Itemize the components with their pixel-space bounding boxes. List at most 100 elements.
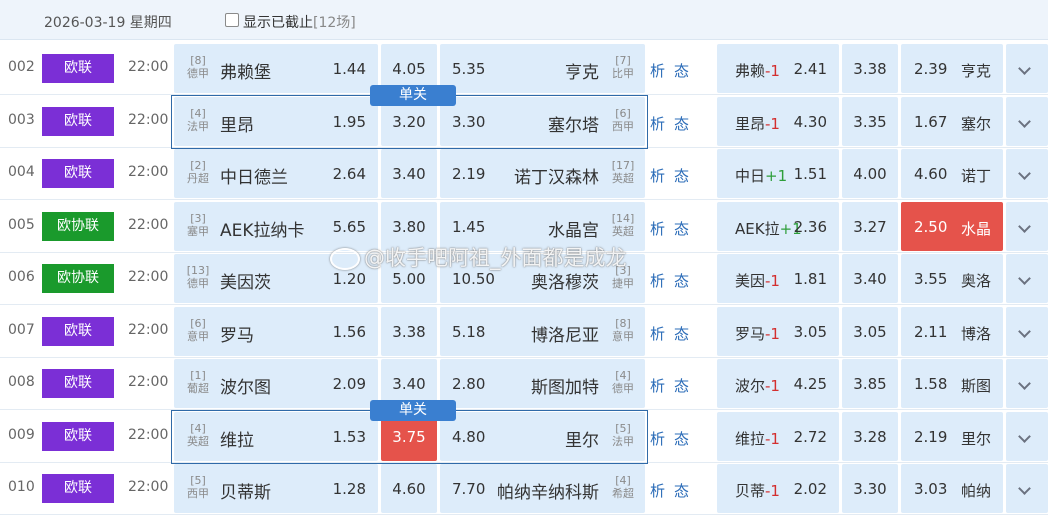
handicap-away-cell[interactable]: 2.50 水晶 [901,202,1003,251]
handicap-draw-cell[interactable]: 3.40 [842,254,898,303]
league-badge[interactable]: 欧联 [42,422,114,451]
home-win-odds-cell[interactable]: [4] 英超 维拉 1.53 [174,412,378,461]
match-number: 007 [8,322,35,338]
away-win-odds-cell[interactable]: 7.70 帕纳辛纳科斯 [4] 希超 [440,464,645,513]
handicap-away-cell[interactable]: 1.67 塞尔 [901,97,1003,146]
show-closed-checkbox[interactable] [225,13,239,27]
handicap-home-cell[interactable]: 弗赖-1 2.41 [717,44,839,93]
expand-row-button[interactable] [1006,412,1048,461]
state-link[interactable]: 态 [674,113,689,134]
analysis-link[interactable]: 析 [650,375,665,396]
expand-row-button[interactable] [1006,202,1048,251]
handicap-away-cell[interactable]: 4.60 诺丁 [901,149,1003,198]
home-team-name: AEK拉纳卡 [220,221,305,241]
league-badge[interactable]: 欧联 [42,54,114,83]
handicap-away-cell[interactable]: 2.11 博洛 [901,307,1003,356]
state-link[interactable]: 态 [674,60,689,81]
away-win-odds-cell[interactable]: 5.18 博洛尼亚 [8] 意甲 [440,307,645,356]
handicap-draw-cell[interactable]: 3.27 [842,202,898,251]
league-badge[interactable]: 欧联 [42,107,114,136]
home-win-odds: 2.64 [332,165,366,183]
expand-row-button[interactable] [1006,97,1048,146]
handicap-home-cell[interactable]: 里昂-1 4.30 [717,97,839,146]
home-league-name: 葡超 [187,382,209,395]
home-win-odds-cell[interactable]: [8] 德甲 弗赖堡 1.44 [174,44,378,93]
handicap-home-cell[interactable]: 维拉-1 2.72 [717,412,839,461]
expand-row-button[interactable] [1006,307,1048,356]
home-league-name: 塞甲 [187,225,209,238]
analysis-link[interactable]: 析 [650,428,665,449]
away-rank: [5] 法甲 [607,422,639,448]
state-link[interactable]: 态 [674,218,689,239]
handicap-home-cell[interactable]: 罗马-1 3.05 [717,307,839,356]
home-rank: [4] 英超 [182,422,214,448]
expand-row-button[interactable] [1006,464,1048,513]
league-badge[interactable]: 欧联 [42,317,114,346]
home-win-odds-cell[interactable]: [2] 丹超 中日德兰 2.64 [174,149,378,198]
analysis-link[interactable]: 析 [650,113,665,134]
away-win-odds-cell[interactable]: 2.19 诺丁汉森林 [17] 英超 [440,149,645,198]
handicap-home-cell[interactable]: 中日+1 1.51 [717,149,839,198]
home-rank: [2] 丹超 [182,159,214,185]
league-badge[interactable]: 欧联 [42,474,114,503]
expand-row-button[interactable] [1006,44,1048,93]
analysis-link[interactable]: 析 [650,218,665,239]
state-link[interactable]: 态 [674,270,689,291]
handicap-home-cell[interactable]: 贝蒂-1 2.02 [717,464,839,513]
league-badge[interactable]: 欧联 [42,369,114,398]
home-team-name: 中日德兰 [220,168,288,188]
state-link[interactable]: 态 [674,480,689,501]
draw-odds-cell[interactable]: 3.38 [381,307,437,356]
row-divider [0,514,1048,515]
analysis-link[interactable]: 析 [650,165,665,186]
handicap-home-cell[interactable]: 美因-1 1.81 [717,254,839,303]
home-league-name: 德甲 [187,67,209,80]
analysis-link[interactable]: 析 [650,270,665,291]
match-number: 003 [8,112,35,128]
draw-odds: 3.38 [392,323,426,341]
handicap-away-cell[interactable]: 2.39 亨克 [901,44,1003,93]
league-badge[interactable]: 欧联 [42,159,114,188]
single-match-badge: 单关 [370,400,456,421]
handicap-away-cell[interactable]: 1.58 斯图 [901,359,1003,408]
away-win-odds-cell[interactable]: 3.30 塞尔塔 [6] 西甲 [440,97,645,146]
handicap-draw-cell[interactable]: 3.38 [842,44,898,93]
home-rank-number: [4] [190,422,206,435]
show-closed-label[interactable]: 显示已截止[12场] [243,12,356,32]
home-win-odds-cell[interactable]: [1] 葡超 波尔图 2.09 [174,359,378,408]
analysis-link[interactable]: 析 [650,60,665,81]
analysis-link[interactable]: 析 [650,480,665,501]
state-link[interactable]: 态 [674,428,689,449]
handicap-draw-cell[interactable]: 4.00 [842,149,898,198]
home-win-odds-cell[interactable]: [4] 法甲 里昂 1.95 [174,97,378,146]
handicap-home-cell[interactable]: AEK拉+1 2.36 [717,202,839,251]
state-link[interactable]: 态 [674,165,689,186]
analysis-link[interactable]: 析 [650,323,665,344]
state-link[interactable]: 态 [674,375,689,396]
handicap-draw-cell[interactable]: 3.28 [842,412,898,461]
handicap-draw-cell[interactable]: 3.05 [842,307,898,356]
state-link[interactable]: 态 [674,323,689,344]
home-win-odds-cell[interactable]: [6] 意甲 罗马 1.56 [174,307,378,356]
handicap-home-cell[interactable]: 波尔-1 4.25 [717,359,839,408]
home-win-odds: 1.20 [332,270,366,288]
handicap-draw-cell[interactable]: 3.35 [842,97,898,146]
league-badge[interactable]: 欧协联 [42,212,114,241]
away-win-odds-cell[interactable]: 4.80 里尔 [5] 法甲 [440,412,645,461]
draw-odds-cell[interactable]: 4.60 [381,464,437,513]
expand-row-button[interactable] [1006,359,1048,408]
handicap-away-cell[interactable]: 2.19 里尔 [901,412,1003,461]
home-win-odds-cell[interactable]: [5] 西甲 贝蒂斯 1.28 [174,464,378,513]
match-row: 009 欧联 22:00 [4] 英超 维拉 1.53 3.75 4.80 里尔 … [0,410,1048,462]
away-win-odds-cell[interactable]: 5.35 亨克 [7] 比甲 [440,44,645,93]
handicap-away-cell[interactable]: 3.55 奥洛 [901,254,1003,303]
handicap-draw-cell[interactable]: 3.85 [842,359,898,408]
away-win-odds-cell[interactable]: 2.80 斯图加特 [4] 德甲 [440,359,645,408]
expand-row-button[interactable] [1006,149,1048,198]
handicap-draw-cell[interactable]: 3.30 [842,464,898,513]
handicap-team: 罗马-1 [735,323,780,344]
handicap-away-cell[interactable]: 3.03 帕纳 [901,464,1003,513]
expand-row-button[interactable] [1006,254,1048,303]
draw-odds-cell[interactable]: 3.40 [381,149,437,198]
league-badge[interactable]: 欧协联 [42,264,114,293]
